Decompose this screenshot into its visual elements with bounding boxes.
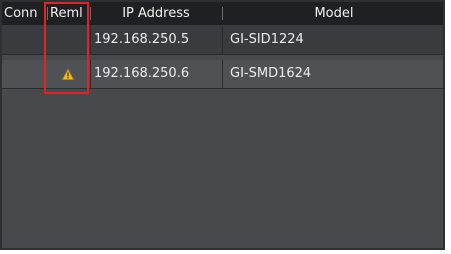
ip-address-cell: 192.168.250.6	[94, 66, 190, 81]
table-row[interactable]: 192.168.250.6 GI-SMD1624	[2, 60, 443, 89]
table-header: Conn Reml IP Address Model	[2, 2, 443, 26]
ip-address-cell: 192.168.250.5	[94, 32, 190, 47]
column-separator	[90, 60, 91, 88]
column-header-model[interactable]: Model	[223, 2, 445, 25]
column-header-conn[interactable]: Conn	[2, 2, 48, 25]
column-separator	[222, 60, 223, 88]
column-header-remote[interactable]: Reml	[48, 2, 90, 25]
column-separator	[222, 26, 223, 54]
warning-icon[interactable]	[62, 69, 74, 80]
model-cell: GI-SID1224	[230, 32, 304, 47]
table-row[interactable]: 192.168.250.5 GI-SID1224	[2, 26, 443, 55]
column-header-ip-address[interactable]: IP Address	[91, 2, 221, 25]
model-cell: GI-SMD1624	[230, 66, 312, 81]
column-separator	[90, 26, 91, 54]
device-table: Conn Reml IP Address Model 192.168.250.5…	[0, 0, 445, 250]
